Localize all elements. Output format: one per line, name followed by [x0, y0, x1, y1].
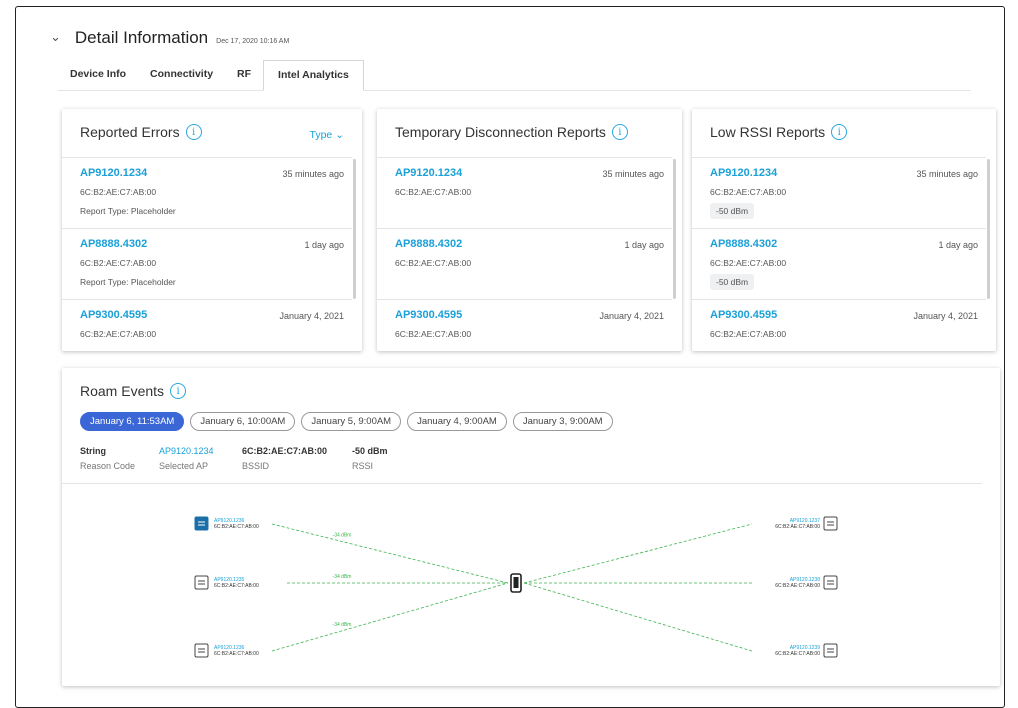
item-mac: 6C:B2:AE:C7:AB:00 [710, 329, 787, 339]
divider [377, 299, 672, 300]
item-mac: 6C:B2:AE:C7:AB:00 [80, 329, 157, 339]
tab-rf[interactable]: RF [225, 60, 263, 88]
timestamp: Dec 17, 2020 10:16 AM [216, 38, 290, 45]
divider [62, 157, 352, 158]
link-line [271, 523, 509, 584]
low-rssi-reports-card: Low RSSI Reports i AP9120.1234 35 minute… [692, 109, 996, 351]
access-point-icon[interactable] [194, 575, 209, 590]
access-point-icon[interactable] [823, 516, 838, 531]
ap-mac-label: 6C:B2:AE:C7:AB:00 [775, 524, 820, 530]
divider [692, 228, 986, 229]
ap-mac-label: 6C:B2:AE:C7:AB:00 [775, 583, 820, 589]
detail-header: ⌄ Detail Information Dec 17, 2020 10:16 … [50, 28, 289, 48]
chevron-down-icon[interactable]: ⌄ [50, 29, 61, 45]
rssi-label: -34 dBm [333, 622, 352, 628]
list-item: AP8888.4302 1 day ago 6C:B2:AE:C7:AB:00 … [80, 238, 344, 287]
item-time: 1 day ago [304, 240, 344, 250]
item-time: 1 day ago [938, 240, 978, 250]
info-icon[interactable]: i [831, 124, 848, 140]
item-report-type: Report Type: Placeholder [80, 206, 176, 216]
chevron-down-icon: ⌄ [335, 129, 344, 141]
tab-connectivity[interactable]: Connectivity [138, 60, 225, 88]
item-mac: 6C:B2:AE:C7:AB:00 [710, 258, 787, 268]
divider [692, 157, 986, 158]
phone-icon[interactable] [510, 573, 522, 593]
card-title: Low RSSI Reports [710, 124, 826, 140]
divider [377, 157, 672, 158]
ap-mac-label: 6C:B2:AE:C7:AB:00 [214, 524, 259, 530]
list-item: AP9120.1234 35 minutes ago 6C:B2:AE:C7:A… [395, 167, 664, 197]
rssi-label: -34 dBm [333, 574, 352, 580]
divider [692, 299, 986, 300]
list-item: AP9120.1234 35 minutes ago 6C:B2:AE:C7:A… [710, 167, 978, 219]
info-icon[interactable]: i [611, 124, 628, 140]
access-point-icon[interactable] [823, 575, 838, 590]
access-point-icon[interactable] [823, 643, 838, 658]
info-icon[interactable]: i [185, 124, 202, 140]
rssi-badge: -50 dBm [710, 203, 755, 219]
divider [62, 299, 352, 300]
item-time: 1 day ago [624, 240, 664, 250]
card-title: Temporary Disconnection Reports [395, 124, 606, 140]
card-title: Reported Errors [80, 124, 180, 140]
item-time: 35 minutes ago [282, 169, 344, 179]
item-time: 35 minutes ago [602, 169, 664, 179]
item-time: January 4, 2021 [599, 311, 664, 321]
item-time: 35 minutes ago [916, 169, 978, 179]
ap-mac-label: 6C:B2:AE:C7:AB:00 [775, 651, 820, 657]
roam-topology-diagram: AP9120.12366C:B2:AE:C7:AB:00-34 dBmAP912… [194, 516, 838, 658]
scrollbar[interactable] [987, 159, 990, 299]
list-item: AP9300.4595 January 4, 2021 6C:B2:AE:C7:… [80, 309, 344, 339]
list-item: AP8888.4302 1 day ago 6C:B2:AE:C7:AB:00 [395, 238, 664, 268]
tab-device-info[interactable]: Device Info [58, 60, 138, 88]
item-report-type: Report Type: Placeholder [80, 277, 176, 287]
page-title: Detail Information [74, 28, 209, 47]
item-mac: 6C:B2:AE:C7:AB:00 [395, 258, 472, 268]
list-item: AP9300.4595 January 4, 2021 6C:B2:AE:C7:… [395, 309, 664, 339]
scrollbar[interactable] [353, 159, 356, 299]
list-item: AP9300.4595 January 4, 2021 6C:B2:AE:C7:… [710, 309, 978, 339]
link-line [271, 582, 509, 652]
ap-mac-label: 6C:B2:AE:C7:AB:00 [214, 583, 259, 589]
item-mac: 6C:B2:AE:C7:AB:00 [80, 258, 157, 268]
item-mac: 6C:B2:AE:C7:AB:00 [395, 329, 472, 339]
list-item: AP8888.4302 1 day ago 6C:B2:AE:C7:AB:00 … [710, 238, 978, 290]
list-item: AP9120.1234 35 minutes ago 6C:B2:AE:C7:A… [80, 167, 344, 216]
roam-events-card: Roam Events i January 6, 11:53AM January… [62, 368, 1000, 686]
type-filter-label: Type [309, 129, 333, 141]
tab-intel-analytics[interactable]: Intel Analytics [263, 60, 364, 91]
reported-errors-card: Reported Errors i Type ⌄ AP9120.1234 35 … [62, 109, 362, 351]
disconnection-reports-card: Temporary Disconnection Reports i AP9120… [377, 109, 682, 351]
tab-bar: Device Info Connectivity RF Intel Analyt… [58, 60, 971, 91]
item-mac: 6C:B2:AE:C7:AB:00 [80, 187, 157, 197]
type-filter-button[interactable]: Type ⌄ [310, 129, 345, 141]
ap-mac-label: 6C:B2:AE:C7:AB:00 [214, 651, 259, 657]
item-mac: 6C:B2:AE:C7:AB:00 [710, 187, 787, 197]
rssi-badge: -50 dBm [710, 274, 755, 290]
link-line [523, 523, 753, 584]
divider [377, 228, 672, 229]
item-time: January 4, 2021 [279, 311, 344, 321]
item-mac: 6C:B2:AE:C7:AB:00 [395, 187, 472, 197]
rssi-label: -34 dBm [333, 533, 352, 539]
item-time: January 4, 2021 [913, 311, 978, 321]
divider [62, 228, 352, 229]
access-point-icon[interactable] [194, 516, 209, 531]
access-point-icon[interactable] [194, 643, 209, 658]
scrollbar[interactable] [673, 159, 676, 299]
link-line [523, 582, 753, 652]
